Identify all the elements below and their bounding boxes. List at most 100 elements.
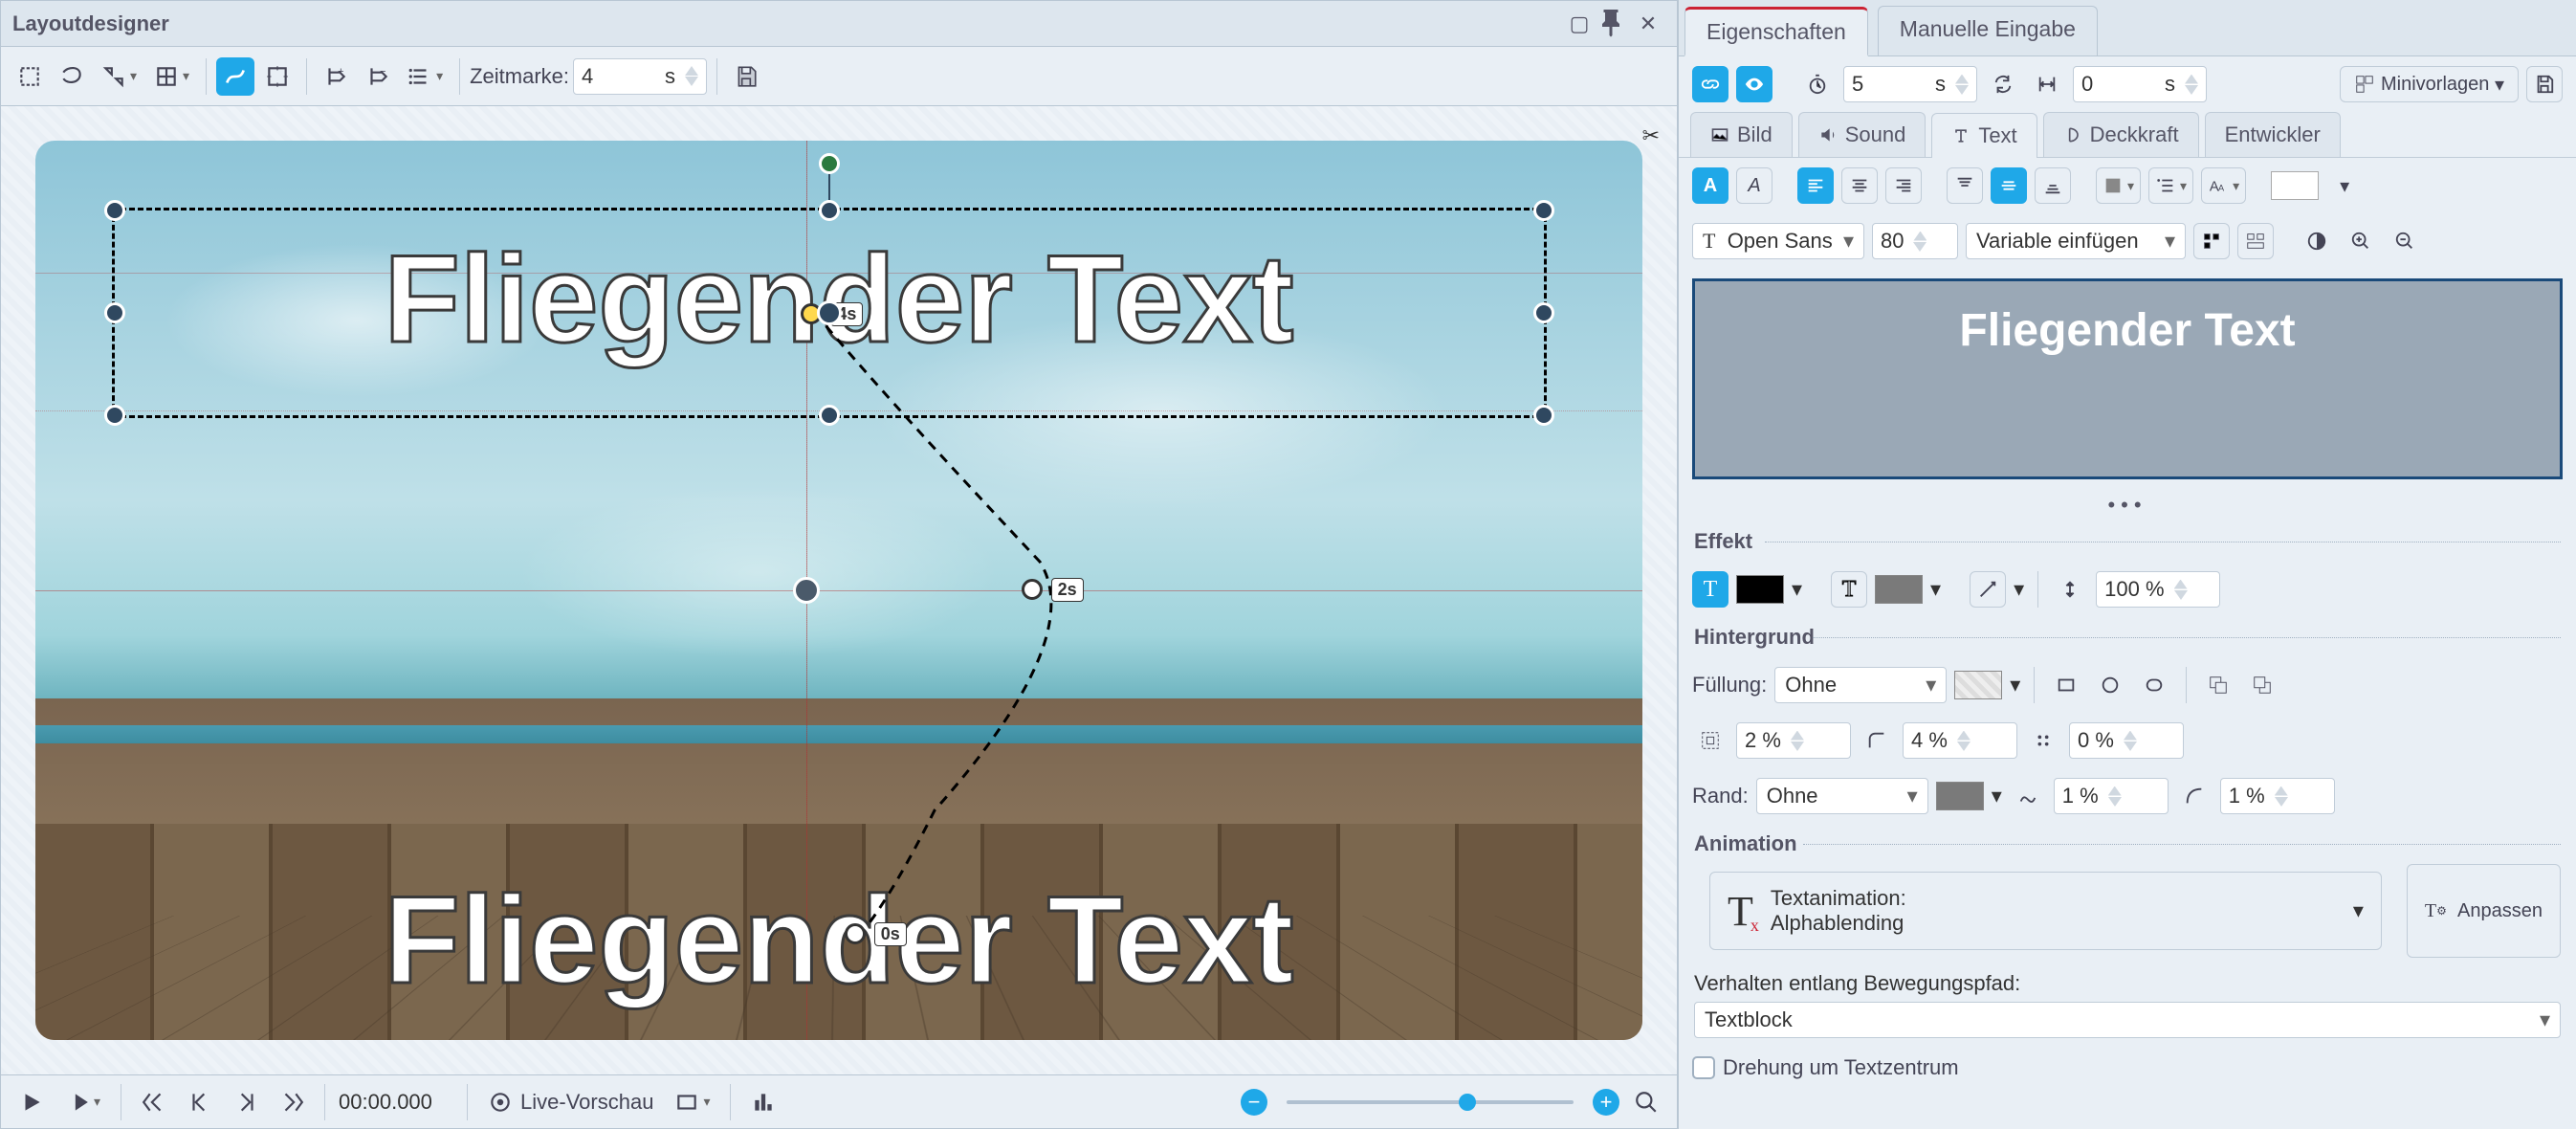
stroke1-field[interactable]: 1 % xyxy=(2054,778,2169,814)
resize-handle[interactable] xyxy=(819,405,840,426)
chevron-down-icon[interactable]: ▾ xyxy=(1792,577,1802,602)
resize-handle[interactable] xyxy=(104,302,125,323)
zoom-out-button[interactable]: − xyxy=(1241,1089,1267,1116)
snap-tool[interactable] xyxy=(95,57,143,96)
zoom-fit-button[interactable] xyxy=(1627,1083,1665,1121)
step-back-button[interactable] xyxy=(181,1083,219,1121)
resize-handle[interactable] xyxy=(104,405,125,426)
save-template-button[interactable] xyxy=(2526,66,2563,102)
play-from-button[interactable] xyxy=(58,1083,107,1121)
visibility-button[interactable] xyxy=(1736,66,1772,102)
valign-bot-button[interactable] xyxy=(2035,167,2071,204)
text-preview[interactable]: Fliegender Text xyxy=(1692,278,2563,479)
contrast-icon[interactable] xyxy=(2299,223,2335,259)
fx-color2[interactable] xyxy=(1875,575,1923,604)
chevron-down-icon[interactable]: ▾ xyxy=(1930,577,1941,602)
shape-rect-icon[interactable] xyxy=(2048,667,2084,703)
fill-swatch[interactable] xyxy=(1954,671,2002,699)
text-fx-button[interactable]: T xyxy=(1692,571,1728,608)
mini-templates-button[interactable]: Minivorlagen ▾ xyxy=(2340,66,2519,102)
rotation-handle[interactable] xyxy=(819,153,840,174)
subtab-opacity[interactable]: Deckkraft xyxy=(2043,112,2199,157)
border-swatch[interactable] xyxy=(1936,782,1984,810)
subtab-developer[interactable]: Entwickler xyxy=(2205,112,2341,157)
color-dropdown[interactable]: ▾ xyxy=(2326,167,2363,204)
select-tool[interactable] xyxy=(11,57,49,96)
timemark-field[interactable]: 4s xyxy=(573,58,707,95)
goto-start-button[interactable] xyxy=(135,1083,173,1121)
resize-handle[interactable] xyxy=(1533,405,1554,426)
opacity-field[interactable]: 100 % xyxy=(2096,571,2220,608)
resize-handle[interactable] xyxy=(1533,200,1554,221)
stroke2-field[interactable]: 1 % xyxy=(2220,778,2335,814)
offset-field[interactable]: 0s xyxy=(2073,66,2207,102)
chevron-down-icon[interactable]: ▾ xyxy=(2010,673,2020,697)
bg-shade-button[interactable] xyxy=(2096,167,2141,204)
window-close-button[interactable]: ✕ xyxy=(1631,7,1665,41)
window-restore-button[interactable]: ▢ xyxy=(1562,7,1596,41)
align-center-button[interactable] xyxy=(1841,167,1878,204)
remove-keyframe-button[interactable]: − xyxy=(359,57,397,96)
chevron-down-icon[interactable]: ▾ xyxy=(2353,898,2364,923)
direction-button[interactable] xyxy=(1970,571,2006,608)
live-preview-toggle[interactable]: Live-Vorschau xyxy=(481,1083,660,1121)
canvas-center-handle[interactable] xyxy=(793,577,820,604)
resize-handle[interactable] xyxy=(104,200,125,221)
add-keyframe-button[interactable]: + xyxy=(317,57,355,96)
grid-tool[interactable] xyxy=(147,57,196,96)
scissors-icon[interactable]: ✂ xyxy=(1642,123,1660,148)
preview-mode-button[interactable] xyxy=(668,1083,716,1121)
center-handle[interactable] xyxy=(817,300,842,325)
border-select[interactable]: Ohne xyxy=(1756,778,1928,814)
subtab-image[interactable]: Bild xyxy=(1690,112,1793,157)
rotation-checkbox[interactable] xyxy=(1692,1056,1715,1079)
distribute-icon[interactable] xyxy=(2237,223,2274,259)
behavior-select[interactable]: Textblock xyxy=(1694,1002,2561,1038)
shape-circle-icon[interactable] xyxy=(2092,667,2128,703)
loop-icon[interactable] xyxy=(1985,66,2021,102)
arrange-front-icon[interactable] xyxy=(2244,667,2280,703)
step-fwd-button[interactable] xyxy=(227,1083,265,1121)
list-tool[interactable] xyxy=(401,57,450,96)
zoom-in-button[interactable]: + xyxy=(1593,1089,1619,1116)
keyframe-0s[interactable]: 0s xyxy=(845,923,866,944)
font-size-tool[interactable]: AA xyxy=(2201,167,2246,204)
valign-mid-button[interactable] xyxy=(1991,167,2027,204)
valign-top-button[interactable] xyxy=(1947,167,1983,204)
align-right-button[interactable] xyxy=(1885,167,1922,204)
fx-color1[interactable] xyxy=(1736,575,1784,604)
subtab-text[interactable]: Text xyxy=(1931,113,2037,158)
adjust-animation-button[interactable]: T⚙ Anpassen xyxy=(2407,864,2561,958)
bounds-tool[interactable] xyxy=(258,57,297,96)
resize-handle[interactable] xyxy=(819,200,840,221)
zoom-out-icon[interactable] xyxy=(2387,223,2423,259)
format-italic-button[interactable]: A xyxy=(1736,167,1772,204)
animation-select[interactable]: T Textanimation: Alphablending ▾ xyxy=(1709,872,2382,950)
zoom-slider[interactable] xyxy=(1287,1100,1574,1104)
text-object-bottom[interactable]: Fliegender Text xyxy=(35,868,1642,1011)
list-style-button[interactable] xyxy=(2148,167,2193,204)
resize-handle[interactable] xyxy=(1533,302,1554,323)
blur-field[interactable]: 0 % xyxy=(2069,722,2184,759)
align-left-button[interactable] xyxy=(1797,167,1834,204)
snap-grid-icon[interactable] xyxy=(2193,223,2230,259)
font-size-field[interactable]: 80 xyxy=(1872,223,1958,259)
tab-manual-input[interactable]: Manuelle Eingabe xyxy=(1878,6,2098,55)
canvas[interactable]: Fliegender Text Fliegender Text 4s 2s 0s xyxy=(35,141,1642,1040)
text-color-swatch[interactable] xyxy=(2271,171,2319,200)
tab-properties[interactable]: Eigenschaften xyxy=(1684,7,1868,56)
window-pin-button[interactable] xyxy=(1596,7,1631,41)
duration-field[interactable]: 5s xyxy=(1843,66,1977,102)
lasso-tool[interactable] xyxy=(53,57,91,96)
font-select[interactable]: T Open Sans xyxy=(1692,223,1864,259)
variable-insert-button[interactable]: Variable einfügen xyxy=(1966,223,2186,259)
arrange-back-icon[interactable] xyxy=(2200,667,2236,703)
link-button[interactable] xyxy=(1692,66,1728,102)
expand-handle[interactable]: ••• xyxy=(1679,489,2576,521)
zoom-in-icon[interactable] xyxy=(2343,223,2379,259)
subtab-sound[interactable]: Sound xyxy=(1798,112,1926,157)
outline-fx-button[interactable]: T xyxy=(1831,571,1867,608)
path-tool[interactable] xyxy=(216,57,254,96)
chevron-down-icon[interactable]: ▾ xyxy=(2014,577,2024,602)
stats-button[interactable] xyxy=(744,1083,782,1121)
